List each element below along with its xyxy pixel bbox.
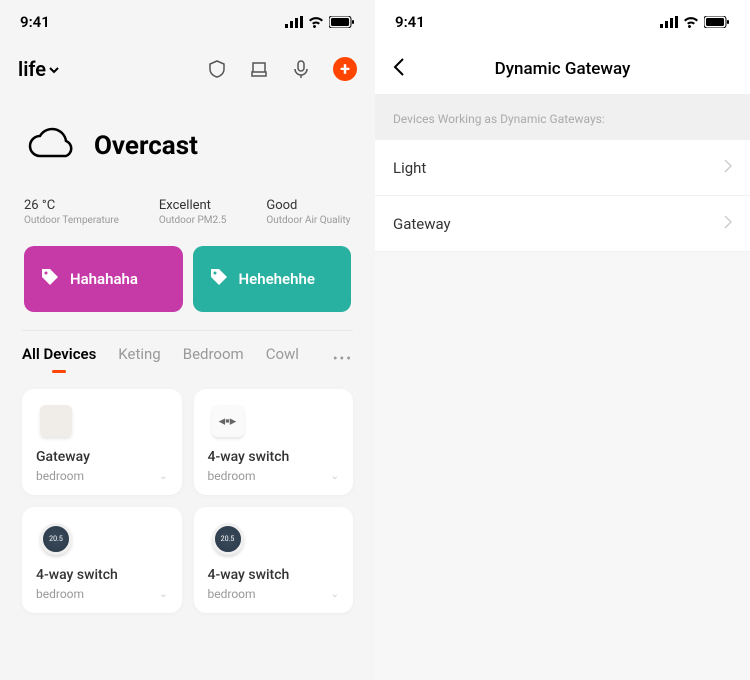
device-room: bedroom: [208, 587, 256, 601]
room-tabs: All Devices Keting Bedroom Cowl •••: [22, 345, 353, 373]
home-name: life: [18, 57, 46, 81]
tabs-more-icon[interactable]: •••: [333, 351, 353, 367]
home-selector[interactable]: life: [18, 57, 60, 81]
chevron-down-icon: [48, 57, 60, 81]
scene-card-2[interactable]: Hehehehhe: [193, 246, 352, 312]
scene-label: Hahahaha: [70, 270, 138, 288]
tab-keting[interactable]: Keting: [118, 345, 160, 373]
metric-air-quality[interactable]: Good Outdoor Air Quality: [266, 198, 350, 226]
thermostat-icon: 20.5: [212, 523, 244, 555]
chevron-down-icon: ⌄: [331, 589, 339, 600]
back-button[interactable]: [393, 57, 405, 81]
gateway-icon: [40, 405, 72, 437]
tag-icon: [40, 267, 60, 291]
device-name: 4-way switch: [208, 449, 340, 465]
chevron-down-icon: ⌄: [159, 471, 167, 482]
page-header: Dynamic Gateway: [375, 44, 750, 94]
scene-card-1[interactable]: Hahahaha: [24, 246, 183, 312]
status-time: 9:41: [395, 13, 425, 31]
storage-icon[interactable]: [249, 59, 269, 79]
device-name: 4-way switch: [208, 567, 340, 583]
metric-pm25[interactable]: Excellent Outdoor PM2.5: [159, 198, 227, 226]
wifi-icon: [683, 13, 699, 32]
device-card-switch-2[interactable]: 20.5 4-way switch bedroom ⌄: [22, 507, 182, 613]
page-title: Dynamic Gateway: [393, 59, 732, 79]
tab-all-devices[interactable]: All Devices: [22, 345, 96, 373]
list-item-gateway[interactable]: Gateway: [375, 196, 750, 252]
tab-bedroom[interactable]: Bedroom: [183, 345, 244, 373]
chevron-right-icon: [724, 214, 732, 233]
chevron-down-icon: ⌄: [331, 471, 339, 482]
device-room: bedroom: [36, 587, 84, 601]
add-button[interactable]: +: [333, 57, 357, 81]
chevron-down-icon: ⌄: [159, 589, 167, 600]
battery-icon: [329, 13, 355, 32]
device-room: bedroom: [208, 469, 256, 483]
scene-label: Hehehehhe: [239, 270, 315, 288]
device-grid: Gateway bedroom ⌄ ◂▪▸ 4-way switch bedro…: [0, 381, 375, 621]
signal-icon: [285, 13, 303, 32]
status-time: 9:41: [20, 13, 50, 31]
wifi-icon: [308, 13, 324, 32]
metric-temperature[interactable]: 26 °C Outdoor Temperature: [24, 198, 119, 226]
device-card-gateway[interactable]: Gateway bedroom ⌄: [22, 389, 182, 495]
device-card-switch-3[interactable]: 20.5 4-way switch bedroom ⌄: [194, 507, 354, 613]
switch-icon: ◂▪▸: [212, 405, 244, 437]
microphone-icon[interactable]: [291, 59, 311, 79]
thermostat-icon: 20.5: [40, 523, 72, 555]
shield-icon[interactable]: [207, 59, 227, 79]
tag-icon: [209, 267, 229, 291]
signal-icon: [660, 13, 678, 32]
status-bar: 9:41: [375, 0, 750, 44]
device-name: 4-way switch: [36, 567, 168, 583]
list-item-label: Gateway: [393, 215, 451, 233]
battery-icon: [704, 13, 730, 32]
device-card-switch-1[interactable]: ◂▪▸ 4-way switch bedroom ⌄: [194, 389, 354, 495]
cloud-icon: [24, 124, 78, 168]
section-header: Devices Working as Dynamic Gateways:: [375, 94, 750, 140]
weather-section[interactable]: Overcast: [0, 94, 375, 180]
weather-metrics: 26 °C Outdoor Temperature Excellent Outd…: [0, 180, 375, 240]
app-header: life +: [0, 44, 375, 94]
plus-icon: +: [340, 59, 350, 80]
scenes-row: Hahahaha Hehehehhe: [0, 240, 375, 330]
status-icons: [660, 13, 730, 32]
device-room: bedroom: [36, 469, 84, 483]
weather-condition: Overcast: [94, 131, 198, 161]
tab-cowl[interactable]: Cowl: [266, 345, 299, 373]
chevron-right-icon: [724, 158, 732, 177]
device-name: Gateway: [36, 449, 168, 465]
status-icons: [285, 13, 355, 32]
list-item-light[interactable]: Light: [375, 140, 750, 196]
status-bar: 9:41: [0, 0, 375, 44]
list-item-label: Light: [393, 159, 426, 177]
